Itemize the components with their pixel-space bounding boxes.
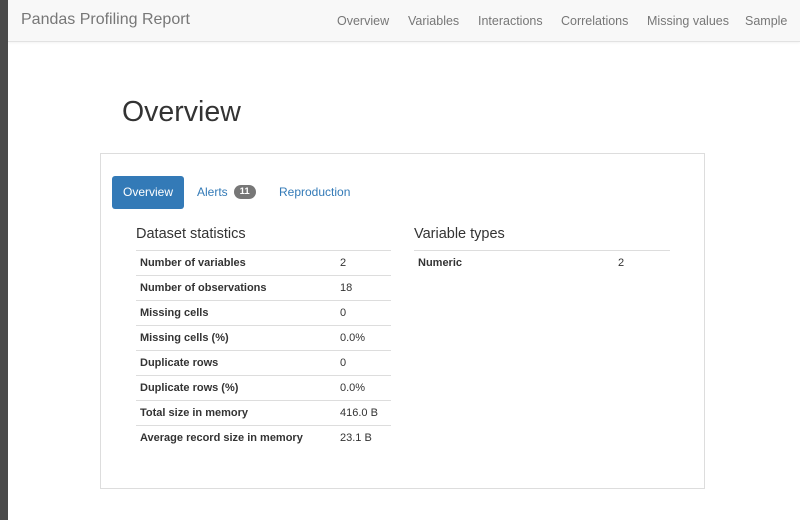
tab-alerts[interactable]: Alerts 11 [197,176,256,209]
table-row: Number of observations 18 [136,275,391,301]
stat-value: 18 [336,275,391,301]
table-row: Average record size in memory 23.1 B [136,425,391,451]
stat-value: 416.0 B [336,400,391,426]
type-value: 2 [614,250,670,276]
variable-types-title: Variable types [414,226,505,242]
nav-link-sample[interactable]: Sample [745,14,787,28]
dataset-statistics-title: Dataset statistics [136,226,246,242]
stat-label: Duplicate rows (%) [136,375,336,401]
table-row: Missing cells 0 [136,300,391,326]
nav-link-missing-values[interactable]: Missing values [647,14,729,28]
stat-value: 0.0% [336,325,391,351]
stat-label: Missing cells (%) [136,325,336,351]
alerts-count-badge: 11 [233,184,256,199]
tab-overview[interactable]: Overview [112,176,184,209]
top-navbar: Pandas Profiling Report Overview Variabl… [8,0,800,42]
stat-label: Number of observations [136,275,336,301]
stat-value: 0 [336,300,391,326]
nav-link-variables[interactable]: Variables [408,14,459,28]
stat-label: Total size in memory [136,400,336,426]
variable-types-table: Numeric 2 [414,250,670,276]
overview-panel: Overview Alerts 11 Reproduction Dataset s… [100,153,705,489]
dataset-statistics-table: Number of variables 2 Number of observat… [136,250,391,451]
stat-value: 2 [336,250,391,276]
stat-value: 0.0% [336,375,391,401]
type-label: Numeric [414,250,614,276]
stat-label: Average record size in memory [136,425,336,451]
table-row: Numeric 2 [414,250,670,276]
tab-reproduction[interactable]: Reproduction [279,176,350,209]
report-window: Pandas Profiling Report Overview Variabl… [8,0,800,520]
nav-link-correlations[interactable]: Correlations [561,14,628,28]
stat-value: 23.1 B [336,425,391,451]
table-row: Duplicate rows 0 [136,350,391,376]
page-title: Overview [122,96,241,128]
table-row: Missing cells (%) 0.0% [136,325,391,351]
nav-link-overview[interactable]: Overview [337,14,389,28]
stat-value: 0 [336,350,391,376]
table-row: Number of variables 2 [136,250,391,276]
navbar-brand[interactable]: Pandas Profiling Report [21,11,190,29]
table-row: Duplicate rows (%) 0.0% [136,375,391,401]
stat-label: Number of variables [136,250,336,276]
table-row: Total size in memory 416.0 B [136,400,391,426]
stat-label: Missing cells [136,300,336,326]
stat-label: Duplicate rows [136,350,336,376]
tab-alerts-label: Alerts [197,185,228,199]
nav-link-interactions[interactable]: Interactions [478,14,543,28]
